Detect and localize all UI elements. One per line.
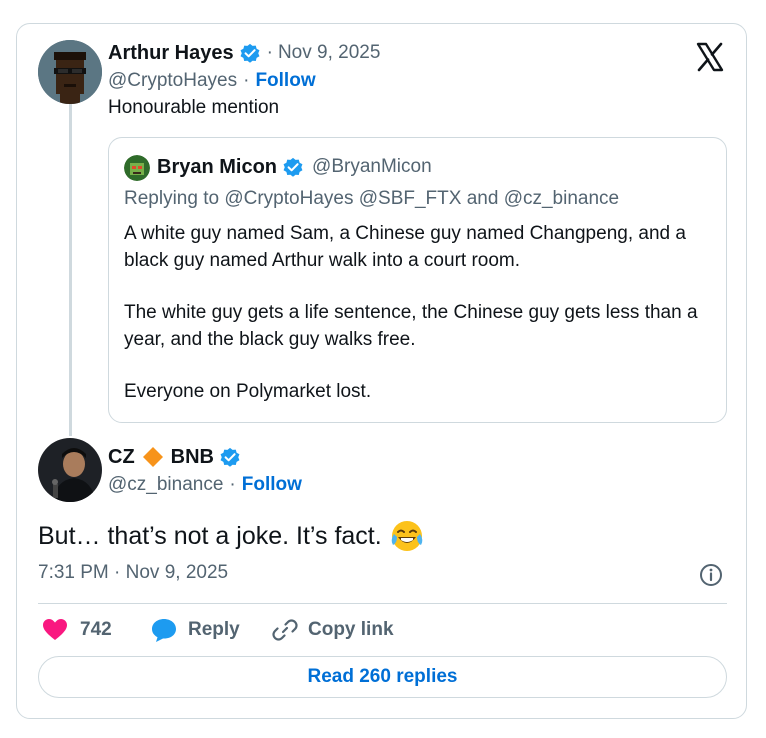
reply-label: Reply — [188, 619, 240, 640]
replying-mention-cz[interactable]: @cz_binance — [504, 188, 619, 209]
laughing-emoji-icon — [390, 519, 424, 553]
reply-button[interactable]: Reply — [150, 617, 240, 643]
cz-avatar[interactable] — [38, 438, 102, 502]
quoted-paragraph-1: A white guy named Sam, a Chinese guy nam… — [124, 223, 686, 271]
x-logo-icon[interactable] — [695, 42, 725, 72]
main-tweet-text-row: But… that’s not a joke. It’s fact. — [38, 518, 424, 554]
copy-link-label: Copy link — [308, 619, 394, 640]
main-tweet-text: But… that’s not a joke. It’s fact. — [38, 521, 382, 550]
date-separator: · — [266, 42, 273, 63]
parent-handle[interactable]: @CryptoHayes — [108, 70, 237, 92]
main-handle-row: @cz_binance · Follow — [108, 472, 302, 498]
main-author-name-part2[interactable]: BNB — [171, 446, 214, 469]
link-icon — [272, 619, 298, 641]
info-icon[interactable] — [699, 563, 723, 587]
parent-date[interactable]: Nov 9, 2025 — [278, 42, 380, 64]
handle-separator: · — [229, 474, 236, 495]
quoted-author-name[interactable]: Bryan Micon — [157, 156, 277, 179]
main-tweet-timestamp[interactable]: 7:31 PM · Nov 9, 2025 — [38, 562, 228, 584]
parent-tweet-text: Honourable mention — [108, 97, 280, 118]
parent-author-row: Arthur Hayes · Nov 9, 2025 — [108, 40, 380, 66]
parent-author-name[interactable]: Arthur Hayes — [108, 42, 234, 65]
replying-mention-cryptohayes[interactable]: @CryptoHayes — [224, 188, 353, 209]
main-handle[interactable]: @cz_binance — [108, 474, 223, 496]
verified-badge-icon — [220, 447, 240, 467]
follow-cz-button[interactable]: Follow — [242, 474, 302, 496]
like-button[interactable]: 742 — [42, 617, 112, 643]
quoted-author-row: Bryan Micon @BryanMicon — [157, 154, 432, 180]
replying-and: and — [466, 188, 499, 209]
quoted-paragraph-2: The white guy gets a life sentence, the … — [124, 302, 698, 350]
quoted-paragraph-3: Everyone on Polymarket lost. — [124, 381, 372, 402]
verified-badge-icon — [283, 157, 303, 177]
quoted-handle[interactable]: @BryanMicon — [312, 156, 432, 178]
replying-mention-sbf[interactable]: @SBF_FTX — [359, 188, 462, 209]
heart-icon — [43, 619, 67, 640]
handle-separator: · — [243, 70, 250, 91]
copy-link-button[interactable]: Copy link — [272, 617, 394, 643]
parent-handle-row: @CryptoHayes · Follow — [108, 68, 316, 94]
divider — [38, 603, 727, 604]
replying-prefix: Replying to — [124, 188, 220, 209]
like-count: 742 — [80, 619, 112, 640]
read-replies-button[interactable]: Read 260 replies — [38, 656, 727, 698]
verified-badge-icon — [240, 43, 260, 63]
main-author-row: CZ BNB — [108, 444, 241, 470]
follow-arthur-button[interactable]: Follow — [255, 70, 315, 92]
thread-line — [69, 104, 72, 436]
diamond-icon — [142, 447, 163, 467]
bryan-micon-avatar[interactable] — [124, 155, 150, 181]
replying-to-line: Replying to @CryptoHayes @SBF_FTX and @c… — [124, 188, 619, 210]
arthur-hayes-avatar[interactable] — [38, 40, 102, 104]
main-author-name-part1[interactable]: CZ — [108, 446, 135, 469]
reply-bubble-icon — [152, 619, 176, 642]
